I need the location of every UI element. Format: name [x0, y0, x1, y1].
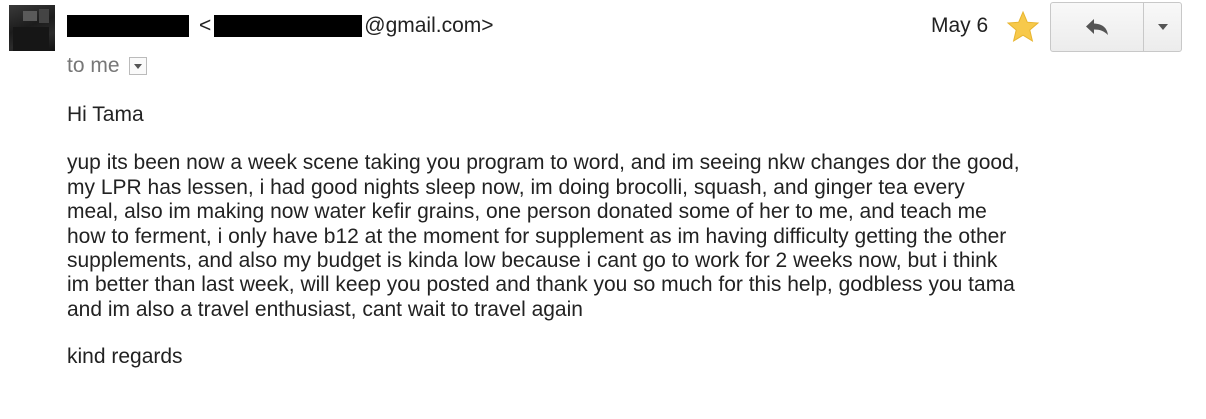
reply-arrow-icon	[1086, 19, 1108, 35]
reply-button[interactable]	[1051, 3, 1144, 51]
sender-avatar	[9, 5, 55, 51]
message-greeting: Hi Tama	[67, 103, 144, 126]
sender-email-domain: @gmail.com>	[364, 14, 494, 37]
redacted-email-local-part	[214, 15, 363, 37]
star-icon[interactable]	[1006, 10, 1040, 44]
redacted-sender-name	[67, 15, 189, 37]
recipient-label: to me	[67, 54, 120, 77]
message-signoff: kind regards	[67, 345, 183, 369]
triangle-down-icon	[1157, 24, 1168, 30]
message-date: May 6	[931, 14, 989, 37]
message-paragraph: yup its been now a week scene taking you…	[67, 151, 1020, 321]
reply-button-group	[1050, 2, 1182, 52]
email-open-bracket: <	[199, 14, 212, 37]
sender-line: < @gmail.com>	[67, 12, 494, 40]
more-options-button[interactable]	[1144, 3, 1181, 51]
recipient-line: to me	[67, 54, 147, 78]
message-body: Hi Tama yup its been now a week scene ta…	[67, 103, 1197, 370]
recipient-details-dropdown[interactable]	[128, 57, 147, 75]
